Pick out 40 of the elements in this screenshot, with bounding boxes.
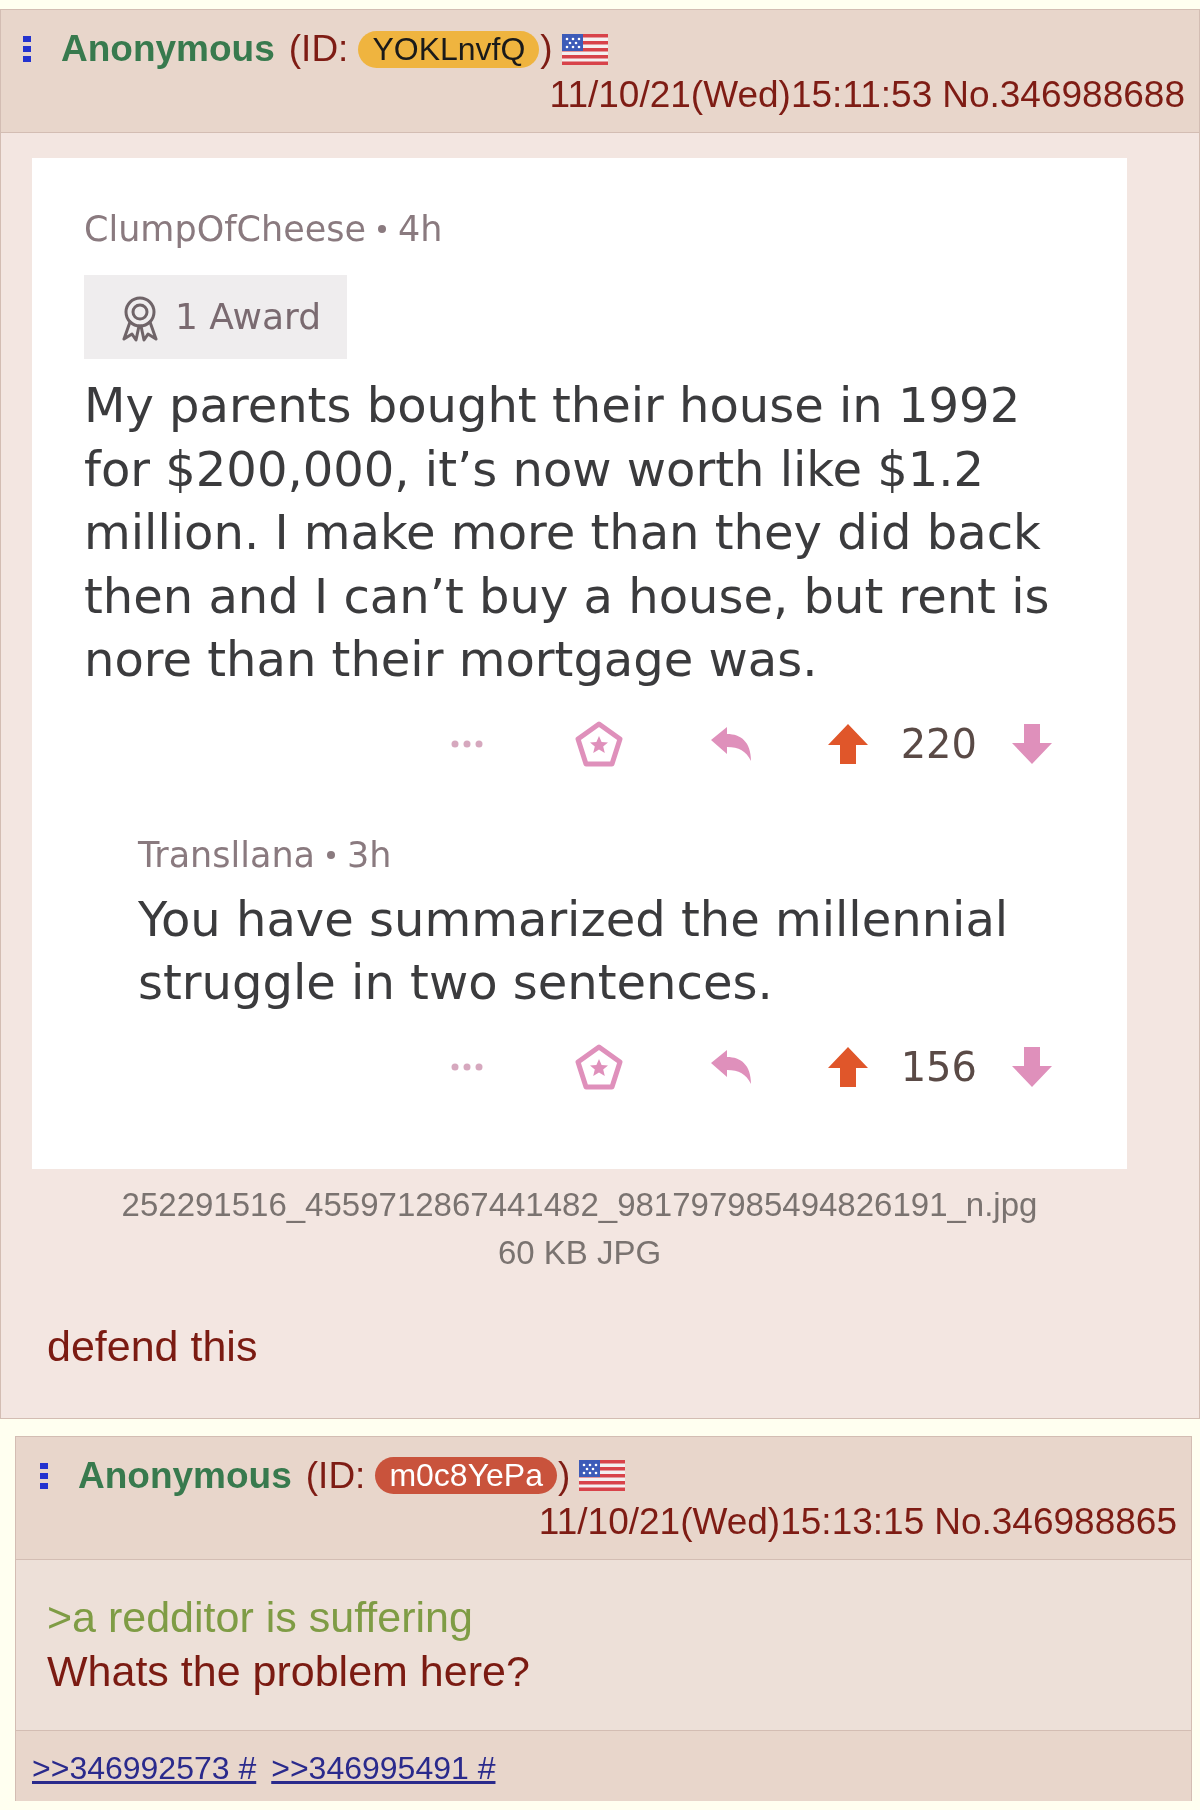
message-text: Whats the problem here?: [47, 1645, 531, 1697]
flag-icon: [579, 1460, 626, 1491]
downvote-arrow-icon: [1011, 722, 1053, 765]
poster-name: Anonymous: [78, 1453, 292, 1498]
downvote-arrow-icon: [1011, 1045, 1053, 1088]
vote-score: 220: [900, 719, 977, 768]
poster-id-badge: m0c8YePa: [375, 1457, 557, 1494]
paren-text: ): [558, 1453, 571, 1498]
poster-id-badge: YOKLnvfQ: [358, 30, 540, 68]
id-label: (ID:: [305, 1453, 366, 1498]
more-icon: [449, 1061, 484, 1072]
vote-score: 156: [900, 1042, 977, 1091]
dots-menu-icon[interactable]: [23, 36, 31, 62]
comment-author: Transllana: [138, 833, 316, 877]
paren-text: ): [540, 27, 553, 71]
comment-text: My parents bought their house in 1992 for $200,000, it’s now worth like $1.2 million. I make more than they did back then and I can’t buy a house, but rent is nore than their mortgage was.: [84, 376, 1051, 689]
comment-age: 3h: [347, 833, 392, 877]
backlink[interactable]: >>346995491 #: [271, 1747, 496, 1788]
star-badge-icon: [574, 1043, 623, 1090]
id-label: (ID:: [288, 27, 349, 71]
message-text: defend this: [47, 1320, 259, 1372]
comment-author: ClumpOfCheese: [84, 208, 366, 251]
dots-menu-icon[interactable]: [40, 1462, 48, 1489]
comment-text: You have summarized the millennial struggle in two sentences.: [138, 889, 1010, 1012]
star-badge-icon: [574, 720, 623, 767]
file-info: 60 KB JPG: [497, 1232, 662, 1273]
dot-separator-icon: [378, 225, 386, 233]
dot-separator-icon: [327, 850, 336, 859]
post-date: 11/10/21(Wed)15:13:15: [538, 1499, 925, 1544]
backlink[interactable]: >>346992573 #: [32, 1747, 257, 1788]
greentext-quote: >a redditor is suffering: [47, 1591, 474, 1643]
award-label: 1 Award: [175, 295, 322, 339]
flag-icon: [561, 33, 608, 65]
post-number[interactable]: No.346988688: [942, 72, 1185, 118]
more-icon: [449, 738, 484, 749]
poster-name: Anonymous: [61, 27, 275, 71]
file-name[interactable]: 252291516_4559712867441482_981797985494826191_n.jpg: [121, 1180, 1038, 1229]
post-number[interactable]: No.346988865: [934, 1498, 1177, 1545]
post-date: 11/10/21(Wed)15:11:53: [549, 73, 933, 117]
comment-age: 4h: [398, 208, 443, 251]
